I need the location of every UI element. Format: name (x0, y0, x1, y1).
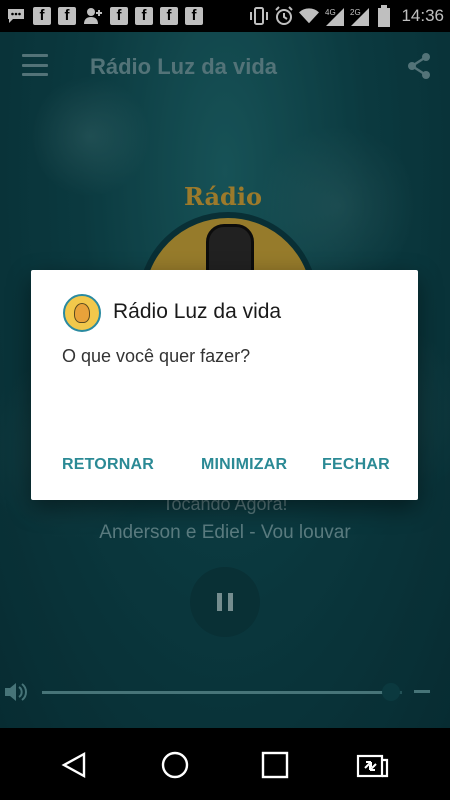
app-icon (63, 294, 101, 332)
fechar-button[interactable]: FECHAR (322, 456, 390, 474)
retornar-button[interactable]: RETORNAR (62, 456, 154, 474)
dialog-message: O que você quer fazer? (62, 346, 251, 366)
minimizar-button[interactable]: MINIMIZAR (201, 456, 287, 474)
back-icon[interactable] (60, 750, 90, 780)
exit-dialog: Rádio Luz da vida O que você quer fazer?… (31, 270, 418, 500)
recent-apps-icon[interactable] (260, 750, 290, 780)
dialog-title: Rádio Luz da vida (113, 300, 282, 323)
home-icon[interactable] (160, 750, 190, 780)
navigation-bar (0, 728, 450, 800)
screen-switch-icon[interactable] (356, 750, 389, 780)
